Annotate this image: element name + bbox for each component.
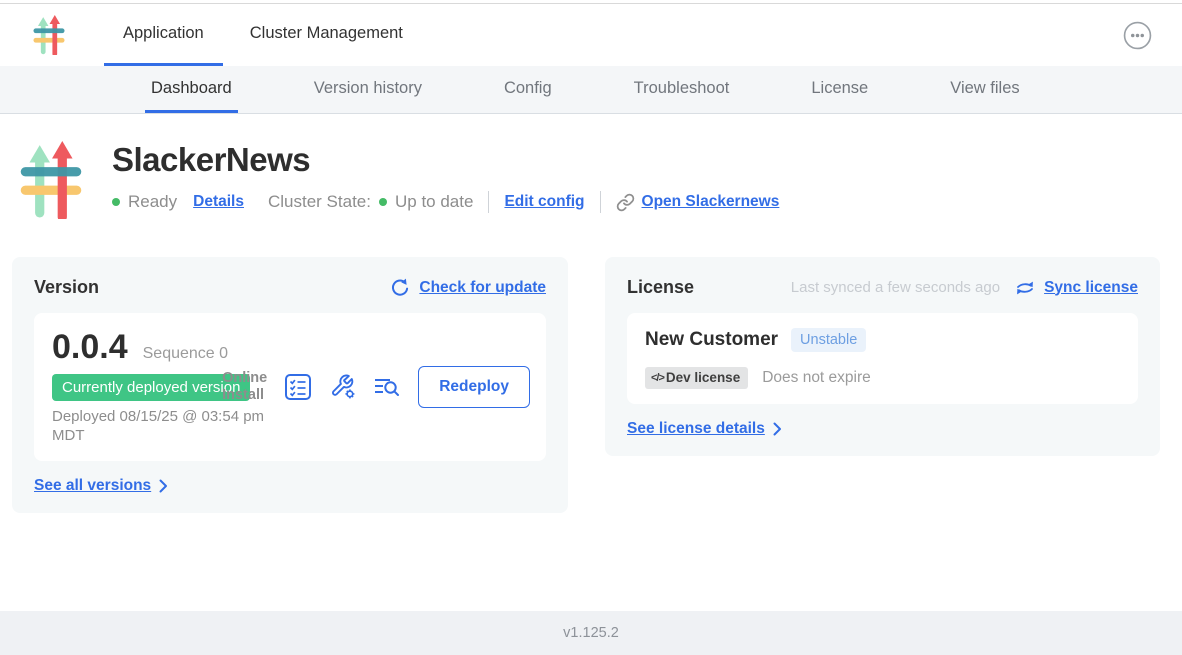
see-all-versions[interactable]: See all versions (34, 477, 546, 495)
page-title: SlackerNews (112, 141, 779, 179)
last-synced-text: Last synced a few seconds ago (791, 279, 1000, 296)
version-actions: Online Install (222, 366, 530, 408)
slackernews-logo-icon (33, 15, 65, 55)
channel-badge: Unstable (791, 328, 866, 352)
app-subnav: Dashboard Version history Config Trouble… (0, 66, 1182, 114)
app-status-dot (112, 198, 120, 206)
top-navbar: Application Cluster Management (0, 4, 1182, 66)
code-icon: </> (651, 372, 664, 384)
ellipsis-menu-icon[interactable] (1123, 21, 1152, 50)
divider (600, 191, 601, 213)
dashboard-cards: Version Check for update 0.0.4 Sequence … (12, 257, 1160, 513)
version-card-title: Version (34, 277, 99, 298)
see-license-details-link[interactable]: See license details (627, 420, 765, 438)
install-type-label: Online Install (222, 370, 267, 403)
version-card-header: Version Check for update (34, 277, 546, 298)
license-card: License Last synced a few seconds ago Sy… (605, 257, 1160, 456)
chevron-right-icon (773, 422, 782, 436)
license-card-header: License Last synced a few seconds ago Sy… (627, 277, 1138, 298)
expiry-text: Does not expire (762, 369, 871, 387)
cluster-state-dot (379, 198, 387, 206)
cluster-state-label: Cluster State: (268, 192, 371, 212)
current-version-panel: 0.0.4 Sequence 0 Currently deployed vers… (34, 313, 546, 461)
checklist-icon (284, 373, 312, 401)
details-link[interactable]: Details (193, 193, 244, 211)
sync-license-link[interactable]: Sync license (1044, 279, 1138, 297)
subtab-config-label: Config (504, 79, 552, 98)
preflight-checks-button[interactable] (284, 373, 312, 401)
license-sync-area: Last synced a few seconds ago Sync licen… (791, 279, 1138, 297)
app-status-row: Ready Details Cluster State: Up to date … (112, 191, 779, 213)
version-number: 0.0.4 (52, 328, 128, 367)
license-meta-row: </> Dev license Does not expire (645, 367, 1120, 389)
main-content: SlackerNews Ready Details Cluster State:… (0, 114, 1182, 611)
file-search-icon (373, 374, 401, 400)
edit-config-link[interactable]: Edit config (504, 193, 584, 211)
view-logs-button[interactable] (373, 374, 401, 400)
subtab-license-label: License (811, 79, 868, 98)
subtab-config[interactable]: Config (498, 66, 558, 113)
subtab-version-history-label: Version history (314, 79, 422, 98)
subtab-dashboard[interactable]: Dashboard (145, 66, 238, 113)
version-card: Version Check for update 0.0.4 Sequence … (12, 257, 568, 513)
customer-name: New Customer (645, 329, 778, 351)
subtab-troubleshoot[interactable]: Troubleshoot (628, 66, 736, 113)
customer-row: New Customer Unstable (645, 328, 1120, 352)
tab-cluster-management[interactable]: Cluster Management (231, 4, 422, 66)
check-for-update-link[interactable]: Check for update (419, 279, 546, 297)
brand-logo (18, 4, 80, 66)
refresh-icon (390, 278, 410, 298)
app-header-text: SlackerNews Ready Details Cluster State:… (112, 141, 779, 219)
license-type-badge: </> Dev license (645, 367, 748, 389)
subtab-dashboard-label: Dashboard (151, 79, 232, 98)
subtab-view-files-label: View files (950, 79, 1019, 98)
version-number-row: 0.0.4 Sequence 0 (52, 328, 528, 367)
see-license-details[interactable]: See license details (627, 420, 1138, 438)
deployed-status-badge: Currently deployed version (52, 374, 250, 401)
deployed-timestamp: Deployed 08/15/25 @ 03:54 pm MDT (52, 408, 297, 446)
app-logo-icon (20, 141, 82, 219)
cluster-state-value: Up to date (395, 192, 473, 212)
tab-application-label: Application (123, 24, 204, 43)
tab-application[interactable]: Application (104, 4, 223, 66)
subtab-license[interactable]: License (805, 66, 874, 113)
sequence-label: Sequence 0 (143, 345, 228, 363)
chevron-right-icon (159, 479, 168, 493)
app-status-text: Ready (128, 192, 177, 212)
tab-cluster-management-label: Cluster Management (250, 24, 403, 43)
app-header: SlackerNews Ready Details Cluster State:… (20, 141, 1182, 219)
divider (488, 191, 489, 213)
license-card-title: License (627, 277, 694, 298)
subtab-troubleshoot-label: Troubleshoot (634, 79, 730, 98)
chain-link-icon (616, 193, 635, 212)
navbar-right (1123, 4, 1182, 66)
admin-console-page: Application Cluster Management Dashboard… (0, 0, 1182, 655)
edit-config-button[interactable] (329, 373, 356, 400)
console-version: v1.125.2 (563, 625, 619, 641)
license-type-label: Dev license (666, 370, 740, 385)
subtab-view-files[interactable]: View files (944, 66, 1025, 113)
wrench-gear-icon (329, 373, 356, 400)
subtab-version-history[interactable]: Version history (308, 66, 428, 113)
check-for-update[interactable]: Check for update (390, 278, 546, 298)
see-all-versions-link[interactable]: See all versions (34, 477, 151, 495)
open-app-link[interactable]: Open Slackernews (642, 193, 780, 211)
license-details-panel: New Customer Unstable </> Dev license Do… (627, 313, 1138, 404)
sync-arrows-icon (1015, 279, 1035, 297)
footer: v1.125.2 (0, 611, 1182, 655)
redeploy-button[interactable]: Redeploy (418, 366, 530, 408)
